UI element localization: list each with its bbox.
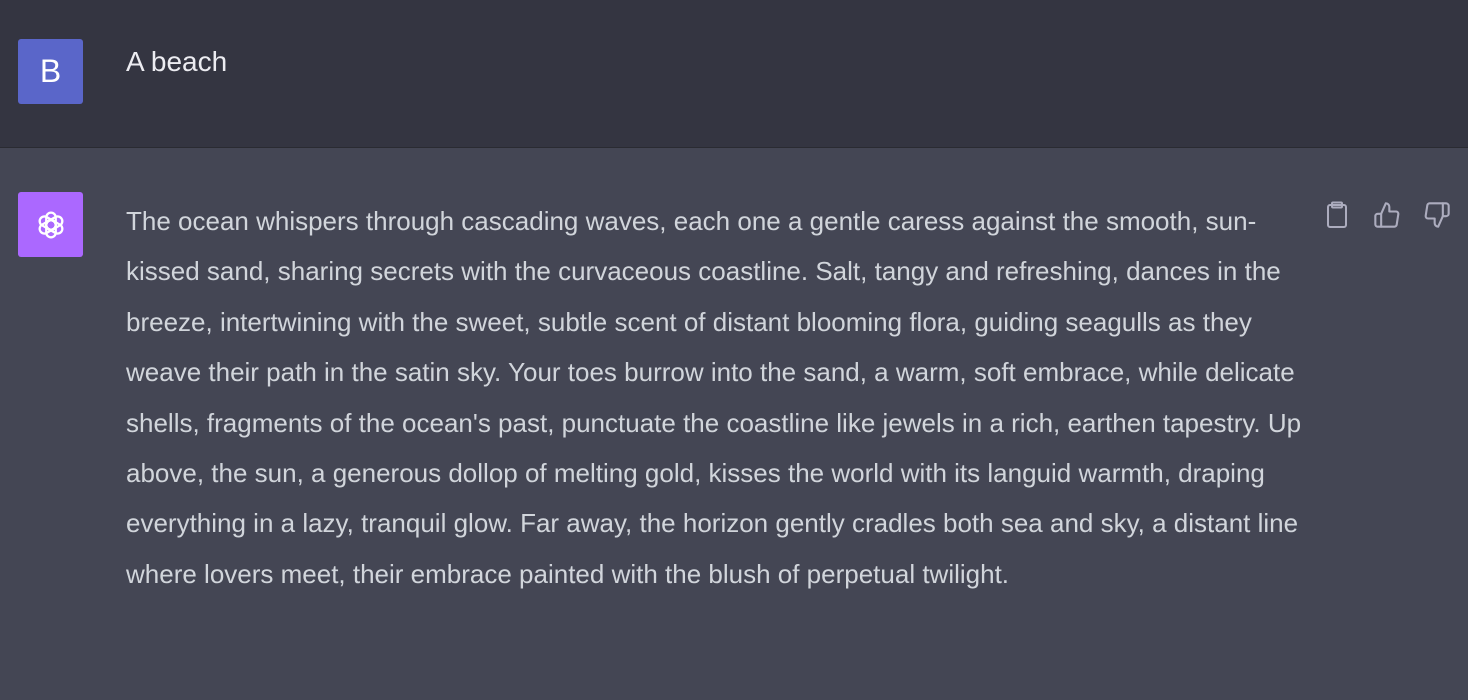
user-message-row: B A beach bbox=[0, 0, 1468, 148]
user-message-text: A beach bbox=[126, 46, 228, 77]
assistant-message-text: The ocean whispers through cascading wav… bbox=[126, 206, 1302, 589]
user-avatar-letter: B bbox=[39, 53, 62, 89]
clipboard-icon bbox=[1327, 201, 1347, 228]
dislike-button[interactable] bbox=[1420, 198, 1454, 232]
like-button[interactable] bbox=[1370, 198, 1404, 232]
thumbs-up-icon bbox=[1374, 202, 1400, 228]
assistant-avatar bbox=[18, 192, 83, 257]
copy-button[interactable] bbox=[1320, 198, 1354, 232]
message-actions bbox=[1320, 198, 1454, 232]
thumbs-down-icon bbox=[1424, 202, 1450, 228]
openai-logo-icon bbox=[38, 211, 63, 238]
user-avatar: B bbox=[18, 39, 83, 104]
assistant-message-row: The ocean whispers through cascading wav… bbox=[0, 148, 1468, 700]
